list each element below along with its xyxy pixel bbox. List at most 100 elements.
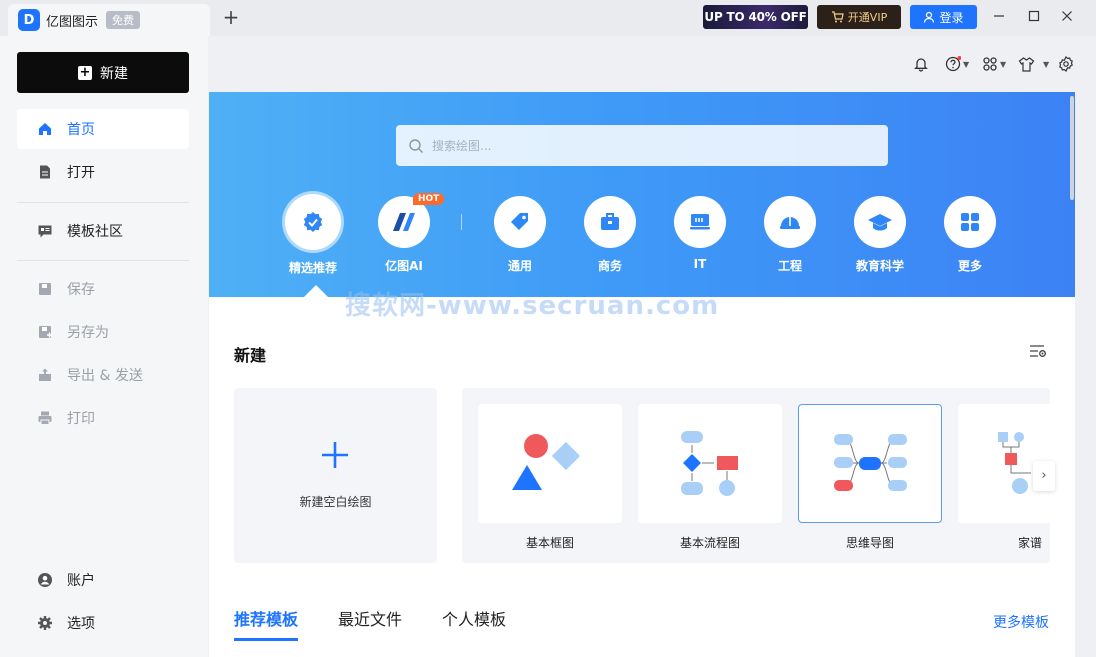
theme-button[interactable]: ▼	[1018, 54, 1049, 74]
settings-button[interactable]	[1058, 54, 1074, 74]
sidebar-item-options[interactable]: 选项	[17, 603, 189, 643]
sidebar-item-label: 打开	[67, 165, 95, 181]
sidebar-item-export[interactable]: 导出 & 发送	[17, 355, 189, 395]
sidebar-item-save[interactable]: 保存	[17, 269, 189, 309]
sidebar-divider	[17, 260, 189, 261]
list-settings-icon	[1030, 345, 1046, 357]
app-name: 亿图图示	[46, 14, 99, 30]
new-blank-drawing-card[interactable]: 新建空白绘图	[234, 388, 437, 563]
apps-icon	[983, 57, 997, 71]
sidebar-item-label: 打印	[67, 411, 95, 427]
sidebar-item-label: 账户	[67, 573, 95, 589]
template-label: 家谱	[1017, 536, 1042, 550]
chevron-down-icon: ▼	[1000, 59, 1007, 69]
shirt-icon	[1018, 57, 1035, 72]
hero-banner: 搜索绘图... 精选推荐 HOT 亿图AI 通用 商务 IT 工程 教育科学 更…	[209, 92, 1075, 297]
template-label: 基本流程图	[679, 536, 740, 550]
category-ai[interactable]: HOT 亿图AI	[368, 193, 445, 274]
sidebar-item-label: 导出 & 发送	[67, 368, 143, 384]
template-label: 基本框图	[525, 536, 574, 550]
category-label: IT	[693, 257, 707, 271]
user-icon	[924, 11, 935, 23]
basic-flowchart-thumbnail	[638, 404, 782, 523]
carousel-next-button[interactable]: ›	[1033, 461, 1055, 491]
hot-badge: HOT	[413, 193, 445, 205]
sidebar-item-save-as[interactable]: 另存为	[17, 312, 189, 352]
chevron-down-icon: ▼	[963, 59, 970, 69]
more-templates-link[interactable]: 更多模板	[993, 612, 1049, 632]
cart-icon	[831, 11, 844, 23]
sidebar-item-print[interactable]: 打印	[17, 398, 189, 438]
category-more[interactable]: 更多	[934, 196, 1006, 274]
bell-icon	[914, 58, 928, 72]
category-featured[interactable]: 精选推荐	[277, 194, 349, 276]
sidebar-item-template-community[interactable]: 模板社区	[17, 211, 189, 251]
login-label: 登录	[939, 10, 964, 25]
notification-button[interactable]	[913, 54, 929, 74]
sidebar-divider	[17, 202, 189, 203]
gear-icon	[1059, 56, 1073, 72]
category-general[interactable]: 通用	[484, 196, 556, 274]
app-tab[interactable]: D 亿图图示 免费	[8, 4, 210, 36]
sidebar-item-label: 模板社区	[67, 224, 123, 240]
template-label: 思维导图	[845, 536, 894, 550]
category-separator	[461, 214, 462, 230]
category-engineering[interactable]: 工程	[754, 196, 826, 274]
category-it[interactable]: IT	[664, 196, 736, 271]
category-label: 工程	[777, 259, 802, 273]
grid-icon	[944, 196, 996, 248]
sidebar-item-account[interactable]: 账户	[17, 560, 189, 600]
vip-button[interactable]: 开通VIP	[817, 5, 901, 29]
sidebar-item-label: 首页	[67, 122, 95, 138]
tab-personal-templates[interactable]: 个人模板	[442, 606, 506, 641]
login-button[interactable]: 登录	[910, 5, 977, 29]
promo-banner[interactable]: UP TO 40% OFF	[703, 5, 808, 29]
sidebar-item-label: 保存	[67, 282, 95, 298]
save-as-icon	[37, 324, 53, 340]
maximize-button[interactable]	[1022, 6, 1046, 28]
helmet-icon	[764, 196, 816, 248]
sidebar-item-open[interactable]: 打开	[17, 152, 189, 192]
close-icon	[1062, 11, 1072, 21]
minimize-button[interactable]	[987, 6, 1011, 28]
watermark: 搜软网-www.secruan.com	[345, 291, 720, 321]
template-basic-flowchart[interactable]: 基本流程图	[638, 404, 782, 551]
sidebar-item-home[interactable]: 首页	[17, 109, 189, 149]
new-button-label: 新建	[100, 65, 128, 82]
tab-recommended-templates[interactable]: 推荐模板	[234, 606, 299, 641]
print-icon	[37, 410, 53, 426]
file-icon	[37, 164, 53, 180]
sidebar-item-label: 另存为	[67, 325, 109, 341]
template-tabs: 推荐模板 最近文件 个人模板	[234, 606, 506, 641]
graduation-cap-icon	[854, 196, 906, 248]
apps-button[interactable]: ▼	[982, 54, 1006, 74]
tab-recent-files[interactable]: 最近文件	[338, 606, 402, 641]
blank-drawing-label: 新建空白绘图	[299, 495, 372, 509]
new-tab-button[interactable]: +	[220, 6, 242, 28]
monitor-icon	[674, 196, 726, 248]
plus-icon	[322, 442, 348, 468]
filter-settings-button[interactable]	[1029, 344, 1047, 362]
category-label: 教育科学	[855, 259, 904, 273]
chevron-down-icon: ▼	[1043, 59, 1050, 69]
maximize-icon	[1028, 10, 1040, 22]
category-label: 通用	[507, 259, 532, 273]
category-label: 商务	[597, 259, 622, 273]
category-education[interactable]: 教育科学	[844, 196, 916, 274]
home-icon	[37, 121, 53, 137]
chevron-right-icon: ›	[1041, 468, 1047, 483]
main-content: 搜索绘图... 精选推荐 HOT 亿图AI 通用 商务 IT 工程 教育科学 更…	[209, 92, 1075, 657]
category-pointer	[304, 285, 328, 297]
basic-block-diagram-thumbnail	[478, 404, 622, 523]
sidebar-item-label: 选项	[67, 616, 95, 632]
search-placeholder: 搜索绘图...	[432, 139, 492, 153]
template-basic-block[interactable]: 基本框图	[478, 404, 622, 551]
close-button[interactable]	[1055, 6, 1079, 28]
search-input[interactable]: 搜索绘图...	[396, 125, 888, 166]
new-button[interactable]: + 新建	[17, 52, 189, 93]
category-label: 精选推荐	[288, 261, 337, 275]
scrollbar[interactable]	[1070, 96, 1074, 200]
category-business[interactable]: 商务	[574, 196, 646, 274]
help-button[interactable]: ▼	[945, 54, 969, 74]
template-mind-map[interactable]: 思维导图	[798, 404, 942, 551]
